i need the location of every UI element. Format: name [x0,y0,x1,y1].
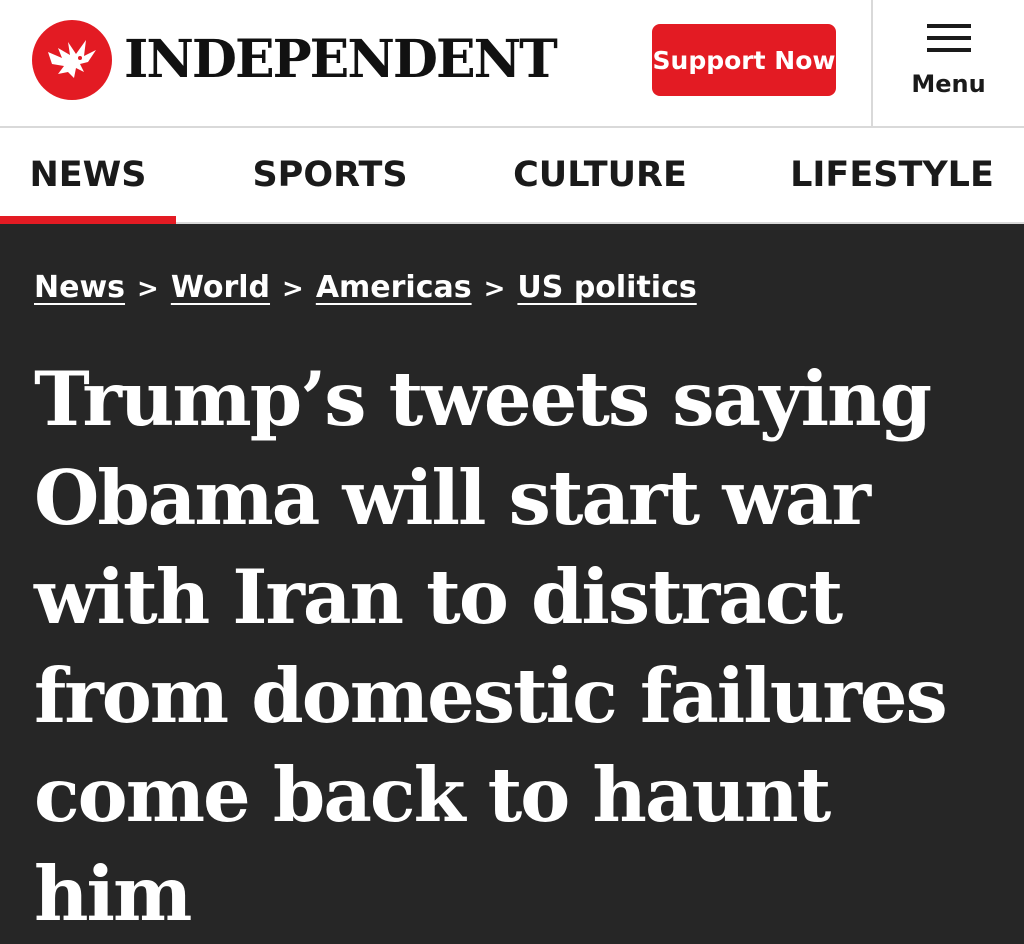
breadcrumb-separator: > [282,274,304,304]
nav-tab-news[interactable]: NEWS [0,128,176,224]
logo-wordmark: INDEPENDENT [124,29,558,90]
breadcrumb: News > World > Americas > US politics [34,270,697,305]
hamburger-icon [926,24,971,52]
breadcrumb-separator: > [137,274,159,304]
breadcrumb-world[interactable]: World [171,270,270,305]
breadcrumb-us-politics[interactable]: US politics [517,270,696,305]
nav-tab-lifestyle[interactable]: LIFESTYLE [786,128,998,222]
menu-label: Menu [911,70,986,98]
article-headline: Trump’s tweets saying Obama will start w… [34,355,948,938]
support-now-button[interactable]: Support Now [652,24,836,96]
nav-tab-sports[interactable]: SPORTS [244,128,416,222]
site-header: INDEPENDENT Support Now Menu [0,0,1024,128]
breadcrumb-separator: > [483,274,506,304]
section-nav: NEWS SPORTS CULTURE LIFESTYLE [0,128,1024,224]
article-hero: News > World > Americas > US politics Tr… [0,224,1024,938]
site-logo[interactable]: INDEPENDENT [32,20,558,100]
menu-button[interactable]: Menu [873,0,1024,126]
eagle-icon [32,20,112,100]
nav-tab-culture[interactable]: CULTURE [500,128,700,222]
breadcrumb-news[interactable]: News [34,270,125,305]
breadcrumb-americas[interactable]: Americas [316,270,472,305]
